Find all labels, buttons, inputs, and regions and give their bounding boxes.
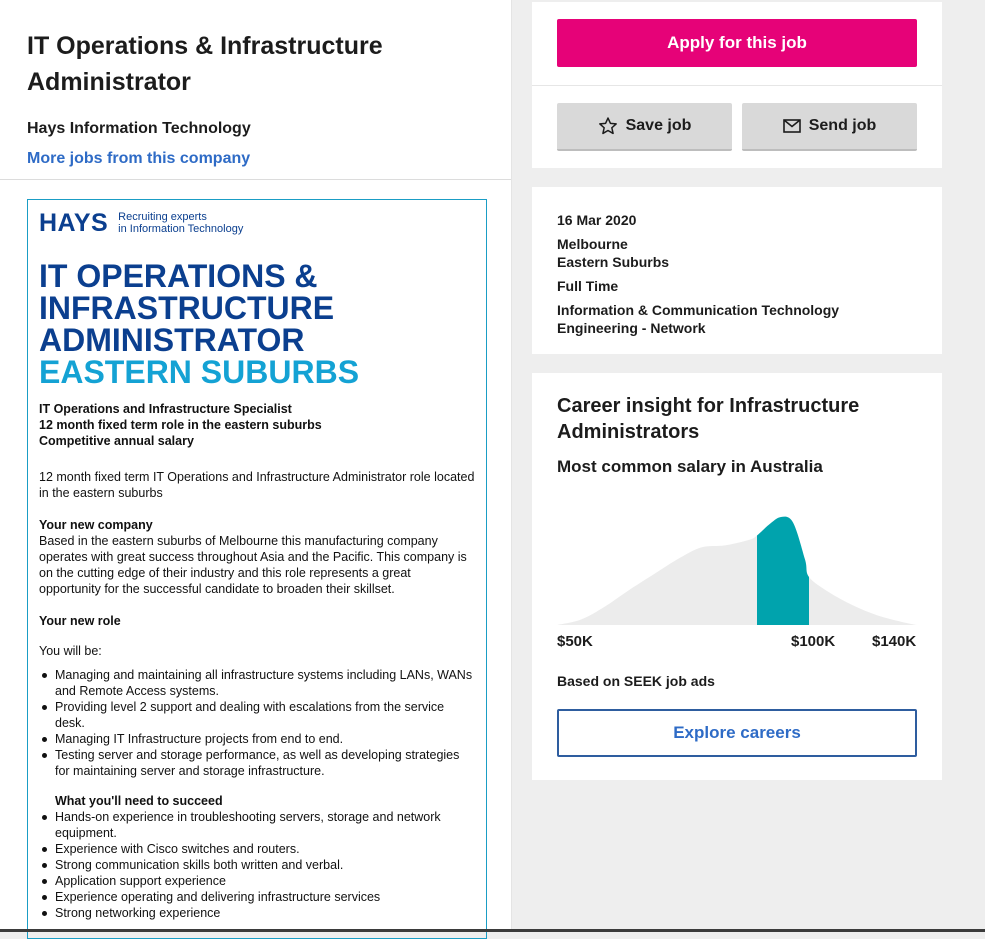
list-item: Strong communication skills both written… <box>42 857 475 873</box>
more-jobs-link[interactable]: More jobs from this company <box>27 150 484 168</box>
ad-intro: 12 month fixed term IT Operations and In… <box>39 470 475 500</box>
list-item: Hands-on experience in troubleshooting s… <box>42 809 475 841</box>
hays-logo: HAYS Recruiting experts in Information T… <box>39 210 475 236</box>
list-item: Application support experience <box>42 873 475 889</box>
ad-title-line: IT OPERATIONS & <box>39 258 318 294</box>
list-item: Testing server and storage performance, … <box>42 747 475 779</box>
ad-highlights: IT Operations and Infrastructure Special… <box>39 401 475 449</box>
company-heading: Your new company <box>39 518 153 532</box>
highlight-line: Competitive annual salary <box>39 434 194 448</box>
hays-logo-tagline: Recruiting experts in Information Techno… <box>118 211 243 235</box>
x-tick-label: $140K <box>872 633 917 650</box>
ad-title: IT OPERATIONS & INFRASTRUCTURE ADMINISTR… <box>39 260 475 356</box>
apply-button[interactable]: Apply for this job <box>557 19 917 67</box>
ad-title-line: ADMINISTRATOR <box>39 322 305 358</box>
work-type: Full Time <box>557 278 619 294</box>
divider <box>532 85 942 86</box>
location: Melbourne <box>557 236 628 252</box>
company-name: Hays Information Technology <box>27 120 251 137</box>
logo-tagline-line: in Information Technology <box>118 223 244 235</box>
hays-logo-word: HAYS <box>39 209 109 237</box>
x-tick-label: $100K <box>791 633 836 650</box>
salary-distribution-area <box>557 516 917 625</box>
explore-careers-button[interactable]: Explore careers <box>557 709 917 757</box>
succeed-list: Hands-on experience in troubleshooting s… <box>39 809 475 921</box>
star-icon <box>598 117 617 135</box>
role-list: Managing and maintaining all infrastruct… <box>39 667 475 779</box>
job-detail-column: IT Operations & Infrastructure Administr… <box>0 0 512 939</box>
listing-date: 16 Mar 2020 <box>557 212 637 228</box>
career-insight-card: Career insight for Infrastructure Admini… <box>532 373 942 780</box>
insight-subtitle: Most common salary in Australia <box>557 457 823 476</box>
envelope-icon <box>782 119 801 133</box>
x-tick-label: $50K <box>557 633 593 650</box>
role-heading: Your new role <box>39 614 121 628</box>
classification: Information & Communication Technology <box>557 302 840 318</box>
logo-tagline-line: Recruiting experts <box>118 211 207 223</box>
list-item: Strong networking experience <box>42 905 475 921</box>
list-item: Experience with Cisco switches and route… <box>42 841 475 857</box>
list-item: Managing IT Infrastructure projects from… <box>42 731 475 747</box>
send-job-label: Send job <box>808 117 877 134</box>
save-job-button[interactable]: Save job <box>557 103 732 151</box>
job-meta-card: 16 Mar 2020 Melbourne Eastern Suburbs Fu… <box>532 187 942 354</box>
list-item: Providing level 2 support and dealing wi… <box>42 699 475 731</box>
job-ad-template: HAYS Recruiting experts in Information T… <box>27 199 487 939</box>
succeed-heading: What you'll need to succeed <box>55 794 223 808</box>
insight-title: Career insight for Infrastructure Admini… <box>557 395 860 443</box>
salary-distribution-chart <box>557 516 917 625</box>
ad-subtitle: EASTERN SUBURBS <box>39 354 360 390</box>
highlight-line: 12 month fixed term role in the eastern … <box>39 418 322 432</box>
job-title: IT Operations & Infrastructure Administr… <box>27 32 383 96</box>
company-description: Based in the eastern suburbs of Melbourn… <box>39 534 467 596</box>
sub-classification: Engineering - Network <box>557 320 706 336</box>
apply-card: Apply for this job Save job Send job <box>532 2 942 168</box>
area: Eastern Suburbs <box>557 254 670 270</box>
send-job-button[interactable]: Send job <box>742 103 917 151</box>
list-item: Experience operating and delivering infr… <box>42 889 475 905</box>
data-source-note: Based on SEEK job ads <box>557 673 715 689</box>
list-item: Managing and maintaining all infrastruct… <box>42 667 475 699</box>
you-will-be: You will be: <box>39 644 102 658</box>
save-job-label: Save job <box>625 117 692 134</box>
ad-title-line: INFRASTRUCTURE <box>39 290 335 326</box>
highlight-line: IT Operations and Infrastructure Special… <box>39 402 292 416</box>
job-header: IT Operations & Infrastructure Administr… <box>0 0 511 180</box>
